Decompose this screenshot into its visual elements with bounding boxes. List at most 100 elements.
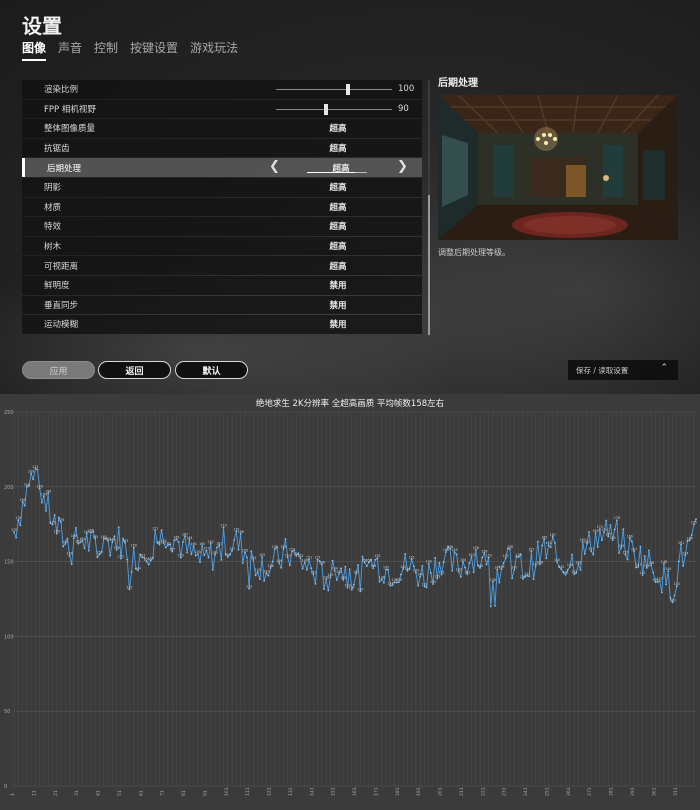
data-point (329, 576, 332, 579)
setting-row-vsync[interactable]: 垂直同步 禁用 (22, 295, 422, 315)
data-point (96, 556, 99, 558)
data-point (17, 519, 20, 521)
data-point (15, 536, 18, 539)
data-point (301, 567, 304, 570)
data-point (489, 605, 492, 608)
setting-row-render-scale[interactable]: 渲染比例 100 (22, 80, 422, 99)
tab-control[interactable]: 控制 (94, 39, 118, 61)
setting-row-post-processing[interactable]: 后期处理 ❮ 超高 ❯ (22, 158, 422, 177)
data-point (690, 534, 693, 536)
chevron-right-icon[interactable]: ❯ (397, 159, 408, 174)
setting-row-overall-quality[interactable]: 整体图像质量 超高 (22, 119, 422, 138)
setting-value: 超高 (329, 124, 347, 135)
data-point (314, 582, 317, 585)
data-point (111, 541, 114, 543)
data-point (564, 573, 567, 576)
data-point (229, 553, 231, 556)
setting-label: 整体图像质量 (44, 124, 96, 135)
data-point (400, 573, 402, 576)
data-point (553, 541, 556, 544)
data-point (109, 554, 112, 557)
data-point (269, 566, 272, 569)
data-point (205, 549, 208, 552)
setting-row-antialiasing[interactable]: 抗锯齿 超高 (22, 138, 422, 158)
tab-sound[interactable]: 声音 (58, 39, 82, 61)
setting-value: 禁用 (329, 320, 347, 331)
page-title: 设置 (22, 14, 62, 38)
data-point (556, 560, 558, 563)
tab-graphics[interactable]: 图像 (22, 39, 47, 61)
data-point (436, 577, 439, 580)
data-point (94, 537, 97, 540)
apply-button[interactable]: 应用 (22, 361, 95, 379)
data-point (248, 587, 251, 590)
setting-row-foliage[interactable]: 树木 超高 (22, 236, 422, 256)
data-point (214, 553, 216, 556)
setting-row-view-distance[interactable]: 可视距离 超高 (22, 256, 422, 275)
data-point (485, 563, 488, 566)
slider-knob[interactable] (345, 84, 350, 95)
data-point (427, 562, 430, 565)
x-tick-label: 71 (160, 790, 166, 796)
data-point (575, 571, 578, 574)
preview-image (438, 95, 678, 240)
fov-slider[interactable] (276, 103, 392, 115)
data-point (55, 532, 58, 535)
chevron-left-icon[interactable]: ❮ (269, 159, 280, 174)
data-point (303, 561, 306, 564)
tab-gameplay[interactable]: 游戏玩法 (190, 39, 238, 61)
data-point (423, 585, 426, 588)
x-tick-label: 51 (117, 790, 123, 796)
data-point (320, 563, 323, 566)
x-tick-label: 171 (373, 787, 379, 796)
data-point (429, 572, 432, 575)
data-point (51, 523, 54, 526)
data-point (534, 565, 537, 568)
data-point (325, 578, 328, 581)
setting-row-motion-blur[interactable]: 运动模糊 禁用 (22, 315, 422, 334)
data-point (579, 568, 582, 571)
save-load-settings-button[interactable]: 保存 / 读取设置 ⌃ (568, 360, 678, 380)
data-point (462, 560, 464, 563)
data-point (592, 553, 595, 556)
data-point (335, 579, 338, 581)
scrollbar-thumb[interactable] (428, 195, 430, 335)
data-point (665, 583, 667, 586)
setting-row-fov[interactable]: FPP 相机视野 90 (22, 99, 422, 119)
setting-label: 垂直同步 (44, 300, 79, 311)
default-button[interactable]: 默认 (175, 361, 248, 379)
render-scale-slider[interactable] (276, 84, 392, 95)
data-point (451, 569, 454, 572)
data-point (90, 531, 92, 534)
settings-list: 渲染比例 100 FPP 相机视野 90 整体图像质量 超高 抗锯齿 超高 后期… (22, 80, 422, 335)
setting-row-sharpen[interactable]: 鲜明度 禁用 (22, 275, 422, 295)
settings-scrollbar[interactable] (428, 80, 430, 336)
tab-keybindings[interactable]: 按键设置 (130, 39, 178, 61)
y-tick-label: 100 (4, 634, 14, 640)
data-point (258, 578, 261, 581)
x-tick-label: 241 (523, 787, 529, 796)
slider-knob[interactable] (323, 103, 328, 115)
setting-row-effects[interactable]: 特效 超高 (22, 217, 422, 236)
preview-title: 后期处理 (438, 78, 478, 89)
back-button[interactable]: 返回 (98, 361, 171, 379)
data-point (45, 509, 47, 512)
data-point (85, 532, 88, 535)
data-point (38, 487, 41, 490)
data-point (177, 541, 180, 543)
data-point (28, 484, 30, 487)
setting-row-textures[interactable]: 材质 超高 (22, 197, 422, 217)
data-point (387, 568, 390, 571)
setting-label: 渲染比例 (44, 85, 79, 96)
x-tick-label: 191 (416, 787, 422, 796)
x-tick-label: 311 (673, 787, 679, 796)
setting-row-shadows[interactable]: 阴影 超高 (22, 177, 422, 197)
data-point (137, 569, 139, 572)
data-point (167, 544, 169, 547)
data-point (382, 581, 385, 584)
data-point (77, 542, 80, 545)
data-point (648, 549, 650, 552)
data-point (64, 542, 67, 545)
data-point (573, 573, 576, 576)
data-point (571, 553, 573, 556)
